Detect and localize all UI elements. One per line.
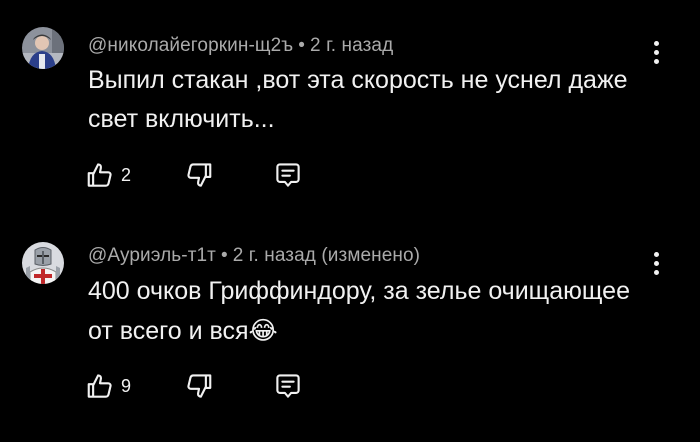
like-button[interactable]: 9 [85,366,131,406]
comment-item: @Ауриэль-т1т • 2 г. назад (изменено) 400 о… [0,222,700,442]
laughing-emoji: 😂 [248,316,278,345]
knight-avatar-icon [22,242,64,284]
more-options-button[interactable] [646,248,666,278]
thumb-down-icon [187,374,212,398]
avatar[interactable] [22,242,64,284]
comment-text: Выпил стакан ,вот эта скорость не уснел … [88,66,628,133]
comment-text: 400 очков Гриффиндору, за зелье очищающе… [88,277,630,345]
profile-photo-icon [22,27,64,69]
comment-time: 2 г. назад [310,35,394,56]
more-vertical-icon [653,251,659,257]
reply-button[interactable] [273,155,303,195]
reply-icon [276,374,300,398]
author-name[interactable]: @николайегоркин-щ2ъ [88,35,293,56]
comment-meta: @николайегоркин-щ2ъ • 2 г. назад [88,35,394,56]
comment-time: 2 г. назад [232,245,316,266]
comment-actions: 9 [85,366,345,406]
reply-button[interactable] [273,366,303,406]
comment-item: @николайегоркин-щ2ъ • 2 г. назад Выпил ста… [0,0,700,215]
like-button[interactable]: 2 [85,155,131,195]
more-options-button[interactable] [646,37,666,67]
dislike-button[interactable] [184,155,214,195]
dislike-button[interactable] [184,366,214,406]
like-count: 2 [121,164,132,185]
thumb-down-icon [187,163,212,187]
author-name[interactable]: @Ауриэль-т1т [88,245,216,266]
reply-icon [276,163,300,187]
more-vertical-icon [653,40,659,46]
thumb-up-icon [87,374,112,398]
comment-meta: @Ауриэль-т1т • 2 г. назад (изменено) [88,245,421,266]
edited-label: (изменено) [321,245,421,266]
avatar[interactable] [22,27,64,69]
thumb-up-icon [87,163,112,187]
comment-actions: 2 [85,155,345,195]
like-count: 9 [121,375,132,396]
